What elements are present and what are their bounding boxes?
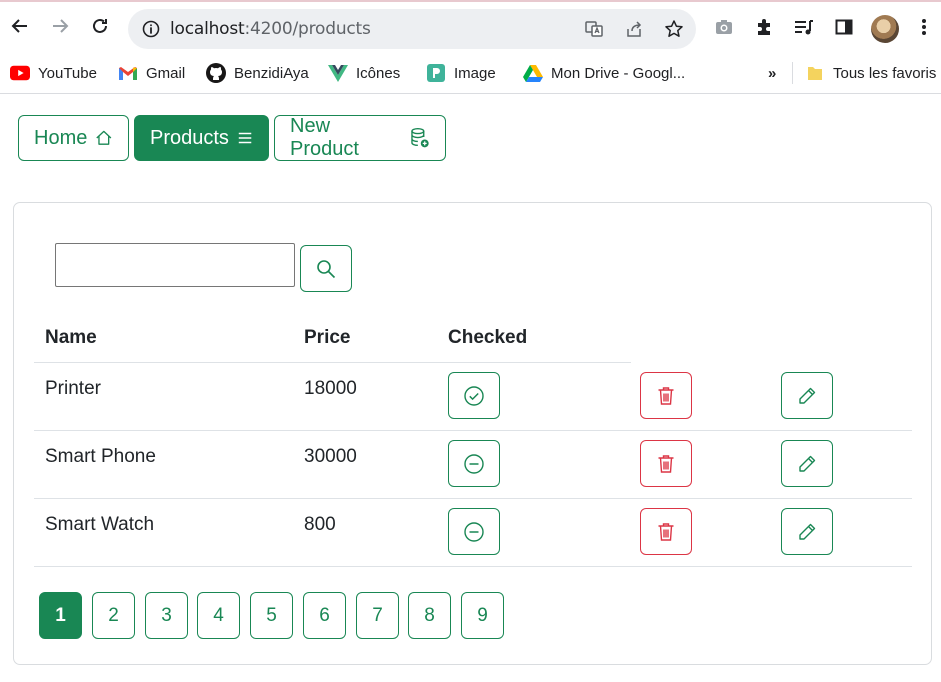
product-name: Printer [45, 378, 101, 399]
arrow-left-icon [11, 19, 27, 33]
bookmarks-bar: YouTube Gmail BenzidiAya Icônes Image Mo… [0, 54, 941, 94]
page-button-6[interactable]: 6 [303, 592, 346, 639]
bookmark-label: Mon Drive - Googl... [551, 64, 686, 82]
overflow-chevron-icon: » [768, 64, 777, 82]
folder-icon [805, 63, 825, 83]
page-button-8[interactable]: 8 [408, 592, 451, 639]
side-panel-icon[interactable] [833, 16, 855, 38]
product-price: 18000 [304, 378, 357, 399]
dash-circle-icon [464, 521, 484, 542]
trash-icon [658, 386, 674, 405]
product-price: 800 [304, 514, 336, 535]
browser-toolbar: localhost:4200/products [0, 2, 941, 54]
search-button[interactable] [300, 245, 352, 292]
address-bar[interactable]: localhost:4200/products [128, 9, 696, 49]
gmail-icon [118, 63, 138, 83]
pencil-icon [799, 523, 816, 540]
toggle-checked-button[interactable] [448, 440, 500, 487]
new-product-nav-label: New Product [290, 115, 359, 160]
camera-icon[interactable] [713, 16, 735, 38]
row-divider [34, 430, 912, 431]
new-product-nav-button[interactable]: New Product [274, 115, 446, 161]
list-icon [238, 132, 252, 144]
column-header-name: Name [45, 327, 97, 348]
pencil-icon [799, 387, 816, 404]
bookmark-github[interactable]: BenzidiAya [206, 62, 309, 84]
menu-kebab-icon[interactable] [913, 16, 935, 38]
bookmark-icones[interactable]: Icônes [328, 62, 400, 84]
bookmarks-overflow-button[interactable]: » [768, 62, 776, 84]
dash-circle-icon [464, 453, 484, 474]
bookmark-star-icon[interactable] [663, 18, 685, 40]
products-card: Name Price Checked Printer 18000 Smart P… [13, 202, 932, 665]
page-button-2[interactable]: 2 [92, 592, 135, 639]
all-bookmarks-folder[interactable]: Tous les favoris [805, 62, 936, 84]
pencil-icon [799, 455, 816, 472]
url-text[interactable]: localhost:4200/products [170, 19, 371, 39]
vue-icon [328, 63, 348, 83]
site-info-icon[interactable] [142, 20, 160, 38]
edit-button[interactable] [781, 440, 833, 487]
database-add-icon [411, 127, 430, 148]
edit-button[interactable] [781, 508, 833, 555]
delete-button[interactable] [640, 508, 692, 555]
reload-icon [93, 18, 107, 33]
check-circle-icon [464, 385, 484, 406]
youtube-icon [10, 63, 30, 83]
page-button-9[interactable]: 9 [461, 592, 504, 639]
search-icon [317, 259, 336, 278]
bookmark-image[interactable]: Image [426, 62, 496, 84]
forward-button[interactable] [48, 14, 72, 38]
products-nav-button[interactable]: Products [134, 115, 269, 161]
page-button-3[interactable]: 3 [145, 592, 188, 639]
bookmark-label: Gmail [146, 64, 186, 82]
row-divider [34, 566, 912, 567]
products-nav-label: Products [150, 126, 229, 149]
trash-icon [658, 522, 674, 541]
github-icon [206, 63, 226, 83]
header-divider [34, 362, 631, 363]
bookmarks-divider [792, 62, 793, 84]
translate-icon[interactable] [583, 18, 605, 40]
page-button-7[interactable]: 7 [356, 592, 399, 639]
extensions-icon[interactable] [753, 16, 775, 38]
bookmark-label: Icônes [356, 64, 401, 82]
google-drive-icon [523, 63, 543, 83]
page-button-1[interactable]: 1 [39, 592, 82, 639]
column-header-checked: Checked [448, 327, 528, 348]
share-icon[interactable] [623, 18, 645, 40]
toggle-checked-button[interactable] [448, 372, 500, 419]
product-price: 30000 [304, 446, 357, 467]
bookmark-label: Tous les favoris [833, 64, 937, 82]
edit-button[interactable] [781, 372, 833, 419]
home-nav-button[interactable]: Home [18, 115, 129, 161]
bookmark-youtube[interactable]: YouTube [10, 62, 97, 84]
delete-button[interactable] [640, 372, 692, 419]
product-name: Smart Phone [45, 446, 156, 467]
back-button[interactable] [8, 14, 32, 38]
reload-button[interactable] [88, 14, 112, 38]
delete-button[interactable] [640, 440, 692, 487]
bookmark-gmail[interactable]: Gmail [118, 62, 185, 84]
column-header-price: Price [304, 327, 351, 348]
bookmark-label: YouTube [38, 64, 97, 82]
search-input[interactable] [55, 243, 295, 287]
product-name: Smart Watch [45, 514, 155, 535]
row-divider [34, 498, 912, 499]
arrow-right-icon [53, 19, 69, 33]
page-button-5[interactable]: 5 [250, 592, 293, 639]
bookmark-label: BenzidiAya [234, 64, 309, 82]
bookmark-drive[interactable]: Mon Drive - Googl... [523, 62, 685, 84]
page-button-4[interactable]: 4 [197, 592, 240, 639]
app-page: Home Products New Product Name Price Che… [0, 95, 941, 682]
media-control-icon[interactable] [793, 16, 815, 38]
trash-icon [658, 454, 674, 473]
profile-avatar[interactable] [871, 15, 899, 43]
home-nav-label: Home [34, 126, 88, 149]
image-icon [426, 63, 446, 83]
house-icon [96, 130, 112, 145]
toggle-checked-button[interactable] [448, 508, 500, 555]
bookmark-label: Image [454, 64, 496, 82]
